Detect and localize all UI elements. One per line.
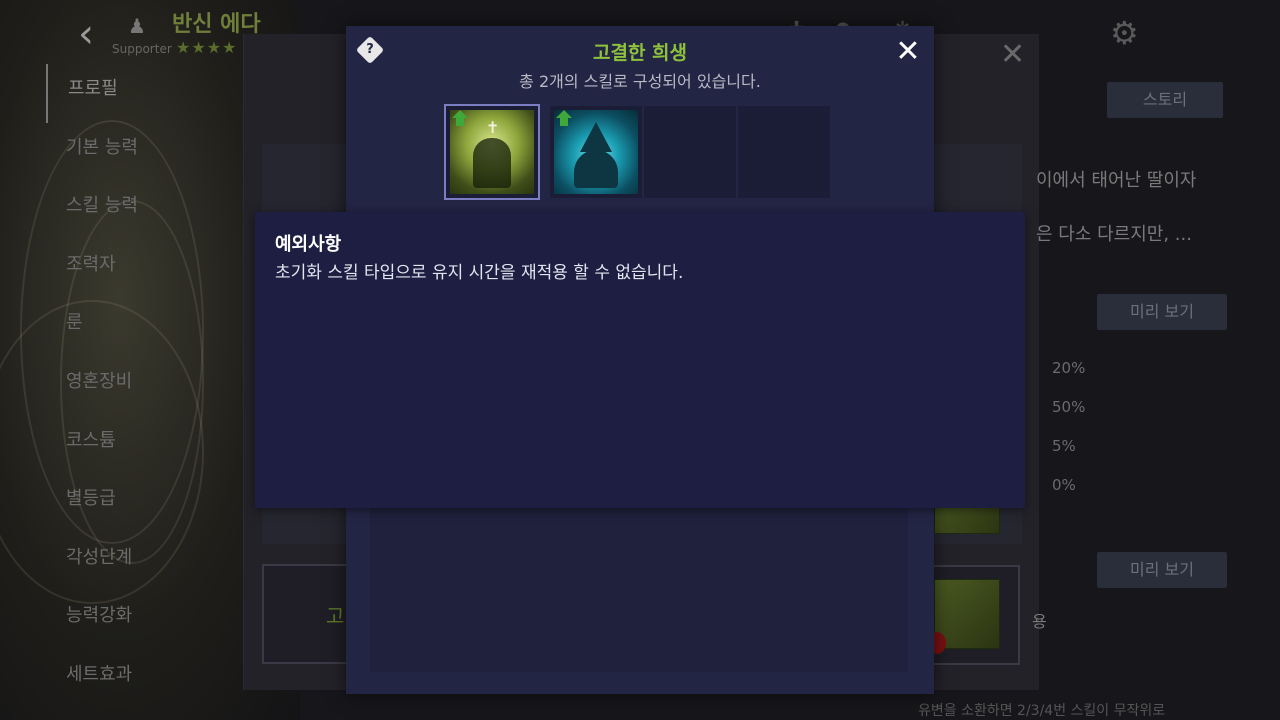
side-menu: 프로필 기본 능력 스킬 능력 조력자 룬 영혼장비 코스튬 별등급 각성단계 …: [46, 64, 246, 709]
tooltip-title: 예외사항: [275, 234, 342, 255]
close-icon[interactable]: ✕: [894, 37, 922, 67]
back-arrow-icon[interactable]: ‹: [78, 14, 106, 54]
card-side-text: 용: [1032, 612, 1047, 631]
skill-detail-area: [370, 504, 908, 672]
menu-item-awakening[interactable]: 각성단계: [46, 533, 246, 592]
stat-value-4: 0%: [1052, 476, 1076, 494]
star-rating: ★★★★: [176, 38, 238, 57]
dialog-subtitle: 총 2개의 스킬로 구성되어 있습니다.: [519, 72, 761, 91]
witch-body-silhouette: [574, 150, 618, 188]
skill-slot-4-empty: [738, 106, 830, 198]
cross-icon: ✝: [486, 118, 500, 137]
menu-item-profile[interactable]: 프로필: [46, 64, 246, 123]
menu-item-helper[interactable]: 조력자: [46, 240, 246, 299]
preview-button-1[interactable]: 미리 보기: [1097, 294, 1227, 330]
menu-item-enhance[interactable]: 능력강화: [46, 591, 246, 650]
supporter-role-icon: ♟: [128, 14, 146, 38]
menu-item-rune[interactable]: 룬: [46, 298, 246, 357]
stat-value-1: 20%: [1052, 359, 1086, 377]
menu-item-soul-gear[interactable]: 영혼장비: [46, 357, 246, 416]
menu-item-skill-ability[interactable]: 스킬 능력: [46, 181, 246, 240]
bottom-description: 유변을 소환하면 2/3/4번 스킬이 무작위로: [918, 703, 1166, 719]
preview-button-2[interactable]: 미리 보기: [1097, 552, 1227, 588]
role-label: Supporter: [112, 42, 172, 56]
exception-tooltip: 예외사항 초기화 스킬 타입으로 유지 시간을 재적용 할 수 없습니다.: [255, 212, 1025, 508]
menu-item-star-grade[interactable]: 별등급: [46, 474, 246, 533]
skill-card-label: 고: [326, 604, 345, 628]
settings-gear-icon[interactable]: ⚙: [1110, 14, 1150, 54]
story-text-line-2: 은 다소 다르지만, ...: [1036, 224, 1192, 245]
dialog-title: 고결한 희생: [592, 42, 687, 64]
menu-item-set-effect[interactable]: 세트효과: [46, 650, 246, 709]
skill-slot-1[interactable]: ✝: [444, 104, 540, 200]
skill-slot-3-empty: [644, 106, 736, 198]
menu-item-costume[interactable]: 코스튬: [46, 416, 246, 475]
witch-hat-icon: [580, 122, 612, 152]
knight-silhouette: [473, 138, 511, 188]
menu-item-basic-ability[interactable]: 기본 능력: [46, 123, 246, 182]
tooltip-text: 초기화 스킬 타입으로 유지 시간을 재적용 할 수 없습니다.: [275, 263, 684, 283]
panel-close-icon[interactable]: ✕: [1000, 40, 1025, 70]
story-text-line-1: 이에서 태어난 딸이자: [1036, 170, 1197, 191]
story-button[interactable]: 스토리: [1107, 82, 1223, 118]
stat-value-3: 5%: [1052, 437, 1076, 455]
stat-value-2: 50%: [1052, 398, 1086, 416]
skill-slot-2[interactable]: [550, 106, 642, 198]
